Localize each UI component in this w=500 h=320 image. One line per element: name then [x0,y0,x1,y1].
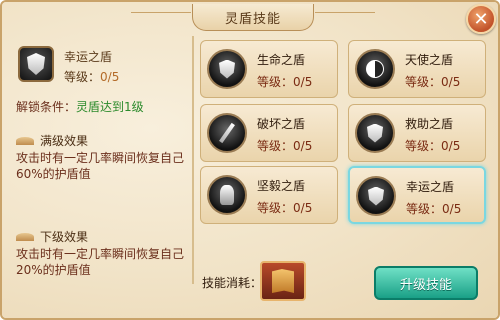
skill-level-label: 等级： [257,201,294,215]
close-button[interactable]: ✕ [466,4,496,34]
max-effect-header: 满级效果 [16,132,88,149]
unlock-condition: 解锁条件：灵盾达到1级 [16,98,144,115]
skill-name: 幸运之盾 [406,180,455,194]
skill-level: 等级：0/5 [406,200,461,217]
skill-level: 等级：0/5 [257,73,312,90]
sword-icon [207,113,247,153]
upgrade-skill-button[interactable]: 升级技能 [374,266,478,300]
skill-name: 坚毅之盾 [257,179,306,193]
skill-name: 救助之盾 [405,117,454,131]
skill-level-label: 等级： [405,139,442,153]
level-label: 等级： [64,70,101,84]
skill-level-value: 0/5 [441,75,461,89]
shield-icon [207,49,247,89]
panel-divider [192,36,194,284]
skill-name: 生命之盾 [257,53,306,67]
skill-level-value: 0/5 [441,139,461,153]
skill-level-label: 等级： [406,202,443,216]
cost-label: 技能消耗： [202,276,263,290]
skill-level-value: 0/5 [293,75,313,89]
skill-level-label: 等级： [405,75,442,89]
skill-card-luck[interactable]: 幸运之盾 等级：0/5 [348,166,486,224]
skill-card-rescue[interactable]: 救助之盾 等级：0/5 [348,104,486,162]
skill-level: 等级：0/5 [257,199,312,216]
shield-icon [356,176,396,216]
level-value: 0/5 [100,70,120,84]
next-effect-title: 下级效果 [40,230,89,244]
skill-level-value: 0/5 [293,139,313,153]
yin-yang-icon [355,49,395,89]
skill-name: 天使之盾 [405,53,454,67]
skill-level-label: 等级： [257,139,294,153]
skill-card-destroy[interactable]: 破坏之盾 等级：0/5 [200,104,338,162]
skill-card-angel[interactable]: 天使之盾 等级：0/5 [348,40,486,98]
skill-level-value: 0/5 [442,202,462,216]
selected-skill-icon [18,46,54,82]
skill-book-icon [272,269,294,293]
unlock-label: 解锁条件： [16,100,77,114]
skill-level: 等级：0/5 [257,137,312,154]
max-effect-title: 满级效果 [40,134,89,148]
skill-panel: 灵盾技能 ✕ 幸运之盾 等级：0/5 解锁条件：灵盾达到1级 满级效果 攻击时有… [0,0,500,320]
window-title: 灵盾技能 [131,4,375,31]
cost-item[interactable] [260,261,306,301]
skill-name: 破坏之盾 [257,117,306,131]
skill-level-value: 0/5 [293,201,313,215]
selected-skill-name: 幸运之盾 [64,50,113,64]
lotus-icon [16,135,34,147]
skill-level: 等级：0/5 [405,137,460,154]
shield-icon [27,53,45,75]
warrior-icon [207,175,247,215]
skill-card-life[interactable]: 生命之盾 等级：0/5 [200,40,338,98]
close-icon: ✕ [473,8,489,30]
selected-skill-level: 等级：0/5 [64,68,119,85]
skill-card-firm[interactable]: 坚毅之盾 等级：0/5 [200,166,338,224]
shield-icon [355,113,395,153]
max-effect-desc: 攻击时有一定几率瞬间恢复自己60%的护盾值 [16,151,185,181]
next-effect-header: 下级效果 [16,228,88,245]
lotus-icon [16,231,34,243]
skill-level: 等级：0/5 [405,73,460,90]
next-effect-desc: 攻击时有一定几率瞬间恢复自己20%的护盾值 [16,247,185,277]
unlock-value: 灵盾达到1级 [76,100,144,114]
skill-level-label: 等级： [257,75,294,89]
